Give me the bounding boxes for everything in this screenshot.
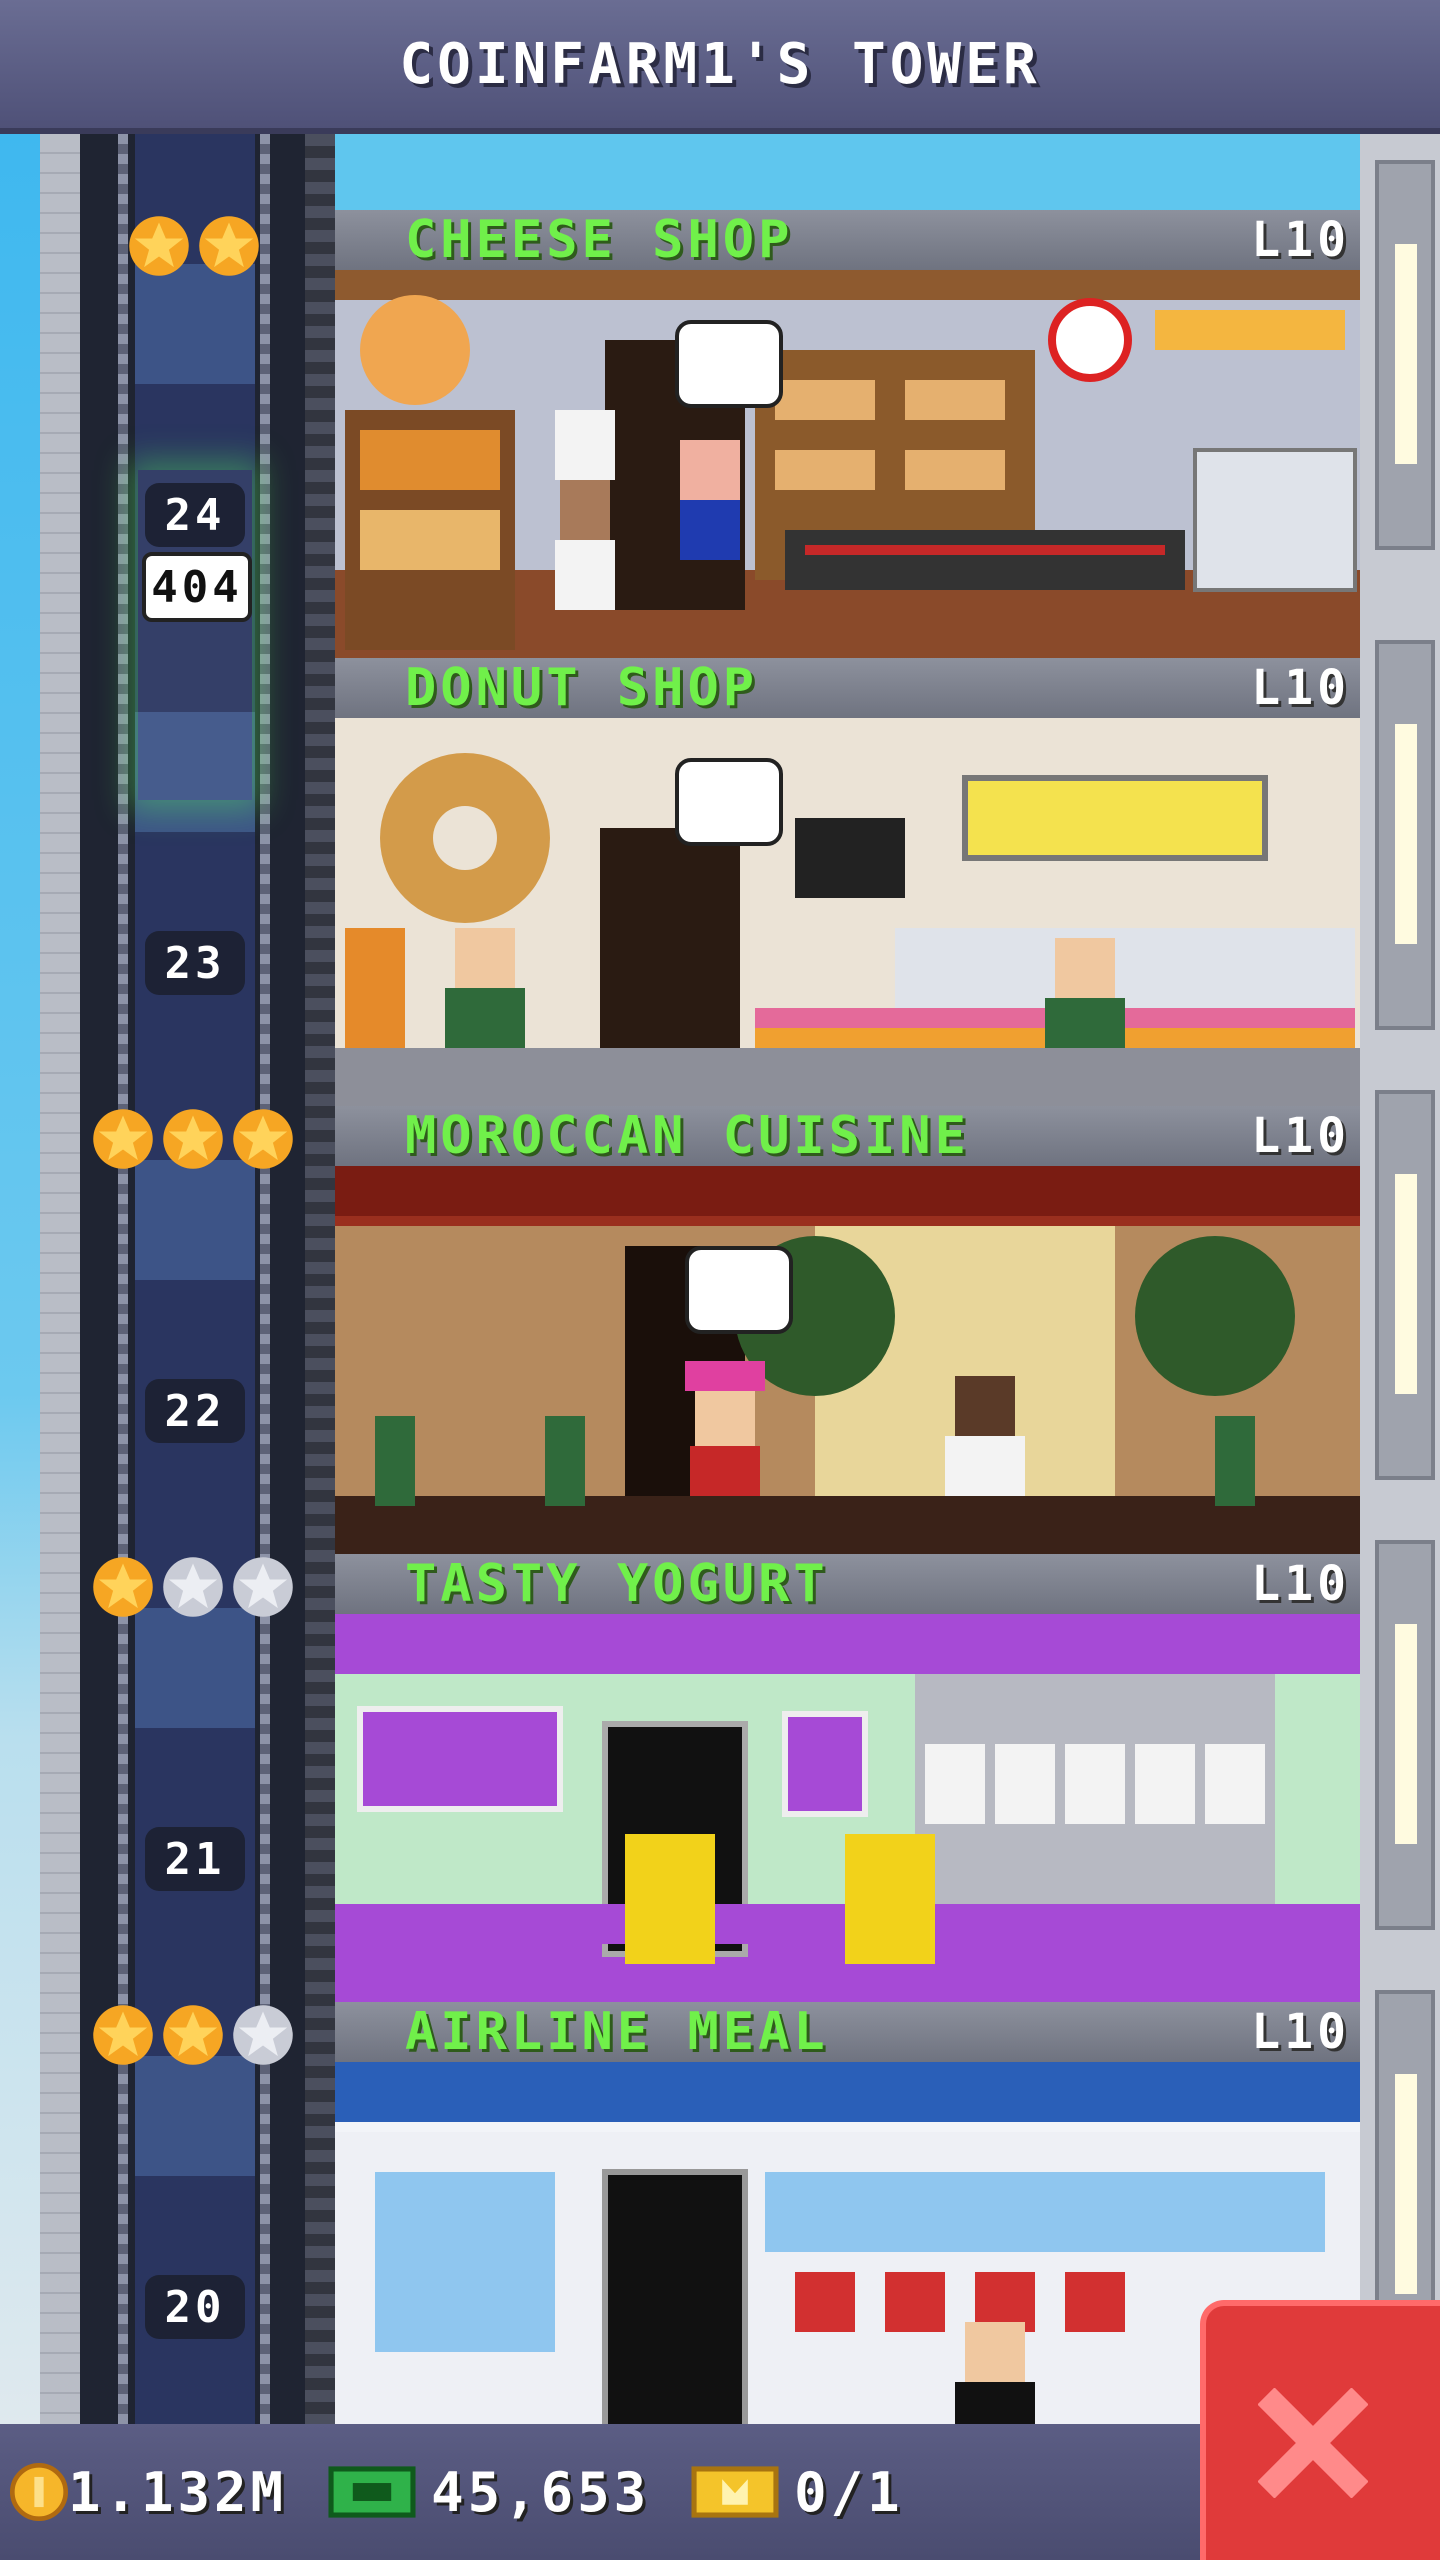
close-icon (1258, 2388, 1368, 2498)
star-icon (233, 2005, 293, 2065)
stars-floor-24 (128, 215, 260, 277)
donut-request-bubble[interactable] (675, 758, 783, 846)
floor-number-22: 22 (145, 1379, 245, 1443)
floor-number-24: 24 (145, 483, 245, 547)
coins-stat[interactable]: 1.132M (10, 2461, 287, 2524)
moroccan-scene (335, 1166, 1360, 1506)
floor-level: L10 (1251, 660, 1350, 716)
stars-floor-20 (92, 2004, 294, 2066)
floor-name: AIRLINE MEAL (405, 2002, 829, 2062)
floor-moroccan-cuisine[interactable]: MOROCCAN CUISINE L10 (335, 1106, 1360, 1554)
tickets-stat[interactable]: 0/1 (690, 2460, 904, 2524)
bux-value: 45,653 (431, 2460, 651, 2524)
coin-icon (10, 2463, 68, 2521)
yogurt-scene (335, 1674, 1360, 1964)
bux-icon (328, 2466, 416, 2518)
star-icon (129, 216, 189, 276)
star-icon (233, 1109, 293, 1169)
floor-name: MOROCCAN CUISINE (405, 1106, 970, 1166)
floor-donut-shop[interactable]: DONUT SHOP L10 (335, 658, 1360, 1106)
coins-value: 1.132M (68, 2460, 288, 2524)
star-icon (163, 1109, 223, 1169)
floor-number-23: 23 (145, 931, 245, 995)
floor-level: L10 (1251, 212, 1350, 268)
star-icon (93, 1109, 153, 1169)
cheese-request-bubble[interactable] (675, 320, 783, 408)
floor-level: L10 (1251, 1108, 1350, 1164)
elevator-bitizen-label: 404 (142, 552, 252, 622)
bux-stat[interactable]: 45,653 (327, 2460, 650, 2524)
room-scene (335, 1614, 1360, 2002)
cheese-shop-scene (345, 295, 1357, 650)
tower-window (1375, 1540, 1435, 1930)
page-title: COINFARM1'S TOWER (0, 0, 1440, 134)
stars-floor-21 (92, 1556, 294, 1618)
tower-wall-left (40, 134, 80, 2424)
floor-cheese-shop[interactable]: CHEESE SHOP L10 (335, 210, 1360, 658)
floor-name: CHEESE SHOP (405, 210, 794, 270)
room-scene (335, 718, 1360, 1106)
star-icon (163, 2005, 223, 2065)
room-scene (335, 1166, 1360, 1554)
tower-window (1375, 1090, 1435, 1480)
star-icon (93, 1557, 153, 1617)
elevator-rail-left (118, 134, 128, 2424)
star-icon (93, 2005, 153, 2065)
shaft-edge (305, 134, 335, 2424)
tower-window (1375, 160, 1435, 550)
donut-shop-scene (345, 753, 1355, 1048)
floor-level: L10 (1251, 2004, 1350, 2060)
floor-name: TASTY YOGURT (405, 1554, 829, 1614)
ticket-icon (691, 2466, 779, 2518)
floor-tasty-yogurt[interactable]: TASTY YOGURT L10 (335, 1554, 1360, 2002)
star-icon (199, 216, 259, 276)
star-icon (163, 1557, 223, 1617)
room-scene (335, 270, 1360, 658)
close-button[interactable] (1200, 2300, 1440, 2560)
tickets-value: 0/1 (794, 2460, 904, 2524)
floor-number-20: 20 (145, 2275, 245, 2339)
floor-number-21: 21 (145, 1827, 245, 1891)
elevator-rail-right (260, 134, 270, 2424)
star-icon (233, 1557, 293, 1617)
stars-floor-22 (92, 1108, 294, 1170)
tower-window (1375, 640, 1435, 1030)
floor-name: DONUT SHOP (405, 658, 759, 718)
floor-level: L10 (1251, 1556, 1350, 1612)
moroccan-request-bubble[interactable] (685, 1246, 793, 1334)
sky-background (0, 134, 40, 2424)
